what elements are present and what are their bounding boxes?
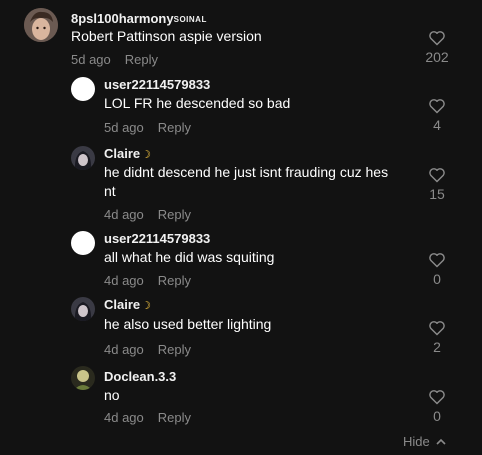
comment-username[interactable]: 8psl100harmonySOINAL	[71, 11, 207, 26]
reply-timestamp: 4d ago	[104, 342, 144, 357]
reply-meta: 4d ago Reply	[104, 273, 191, 288]
reply-text: all what he did was squiting	[104, 249, 275, 265]
moon-emoji-icon: ☽	[141, 300, 152, 312]
like-button[interactable]: 2	[422, 320, 452, 355]
heart-icon	[429, 99, 445, 114]
reply-button[interactable]: Reply	[158, 410, 191, 425]
hide-label: Hide	[403, 434, 430, 449]
reply-username[interactable]: Claire☽	[104, 297, 151, 312]
heart-icon	[429, 390, 445, 405]
reply-text: he also used better lighting	[104, 316, 272, 332]
like-button[interactable]: 0	[422, 389, 452, 424]
like-count: 4	[433, 117, 441, 133]
reply-timestamp: 4d ago	[104, 410, 144, 425]
hide-replies-button[interactable]: Hide	[403, 434, 446, 449]
reply-username[interactable]: user22114579833	[104, 231, 210, 246]
reply-username[interactable]: Doclean.3.3	[104, 369, 176, 384]
heart-icon	[429, 321, 445, 336]
reply-meta: 4d ago Reply	[104, 342, 191, 357]
like-button[interactable]: 0	[422, 252, 452, 287]
heart-icon	[429, 31, 445, 46]
reply-button[interactable]: Reply	[158, 120, 191, 135]
avatar[interactable]	[71, 77, 95, 101]
reply-meta: 4d ago Reply	[104, 410, 191, 425]
reply-button[interactable]: Reply	[158, 273, 191, 288]
reply-text: LOL FR he descended so bad	[104, 95, 291, 111]
like-button[interactable]: 15	[422, 167, 452, 202]
chevron-up-icon	[436, 438, 446, 445]
like-button[interactable]: 202	[422, 30, 452, 65]
reply-timestamp: 4d ago	[104, 207, 144, 222]
like-count: 202	[425, 49, 449, 65]
avatar[interactable]	[71, 366, 95, 390]
reply-meta: 5d ago Reply	[104, 120, 191, 135]
heart-icon	[429, 168, 445, 183]
reply-text: he didnt descend he just isnt frauding c…	[104, 164, 389, 199]
reply-text: no	[104, 387, 120, 403]
avatar[interactable]	[24, 8, 58, 42]
avatar[interactable]	[71, 146, 95, 170]
reply-button[interactable]: Reply	[125, 52, 158, 67]
reply-meta: 4d ago Reply	[104, 207, 191, 222]
like-count: 15	[429, 186, 445, 202]
reply-username[interactable]: user22114579833	[104, 77, 210, 92]
comment-text: Robert Pattinson aspie version	[71, 28, 262, 44]
moon-emoji-icon: ☽	[141, 149, 152, 161]
reply-timestamp: 4d ago	[104, 273, 144, 288]
reply-button[interactable]: Reply	[158, 207, 191, 222]
reply-timestamp: 5d ago	[104, 120, 144, 135]
avatar[interactable]	[71, 231, 95, 255]
like-button[interactable]: 4	[422, 98, 452, 133]
avatar[interactable]	[71, 297, 95, 321]
reply-button[interactable]: Reply	[158, 342, 191, 357]
user-badge: SOINAL	[173, 15, 207, 24]
comment-timestamp: 5d ago	[71, 52, 111, 67]
comment-meta: 5d ago Reply	[71, 52, 158, 67]
heart-icon	[429, 253, 445, 268]
like-count: 0	[433, 408, 441, 424]
like-count: 2	[433, 339, 441, 355]
like-count: 0	[433, 271, 441, 287]
reply-username[interactable]: Claire☽	[104, 146, 151, 161]
